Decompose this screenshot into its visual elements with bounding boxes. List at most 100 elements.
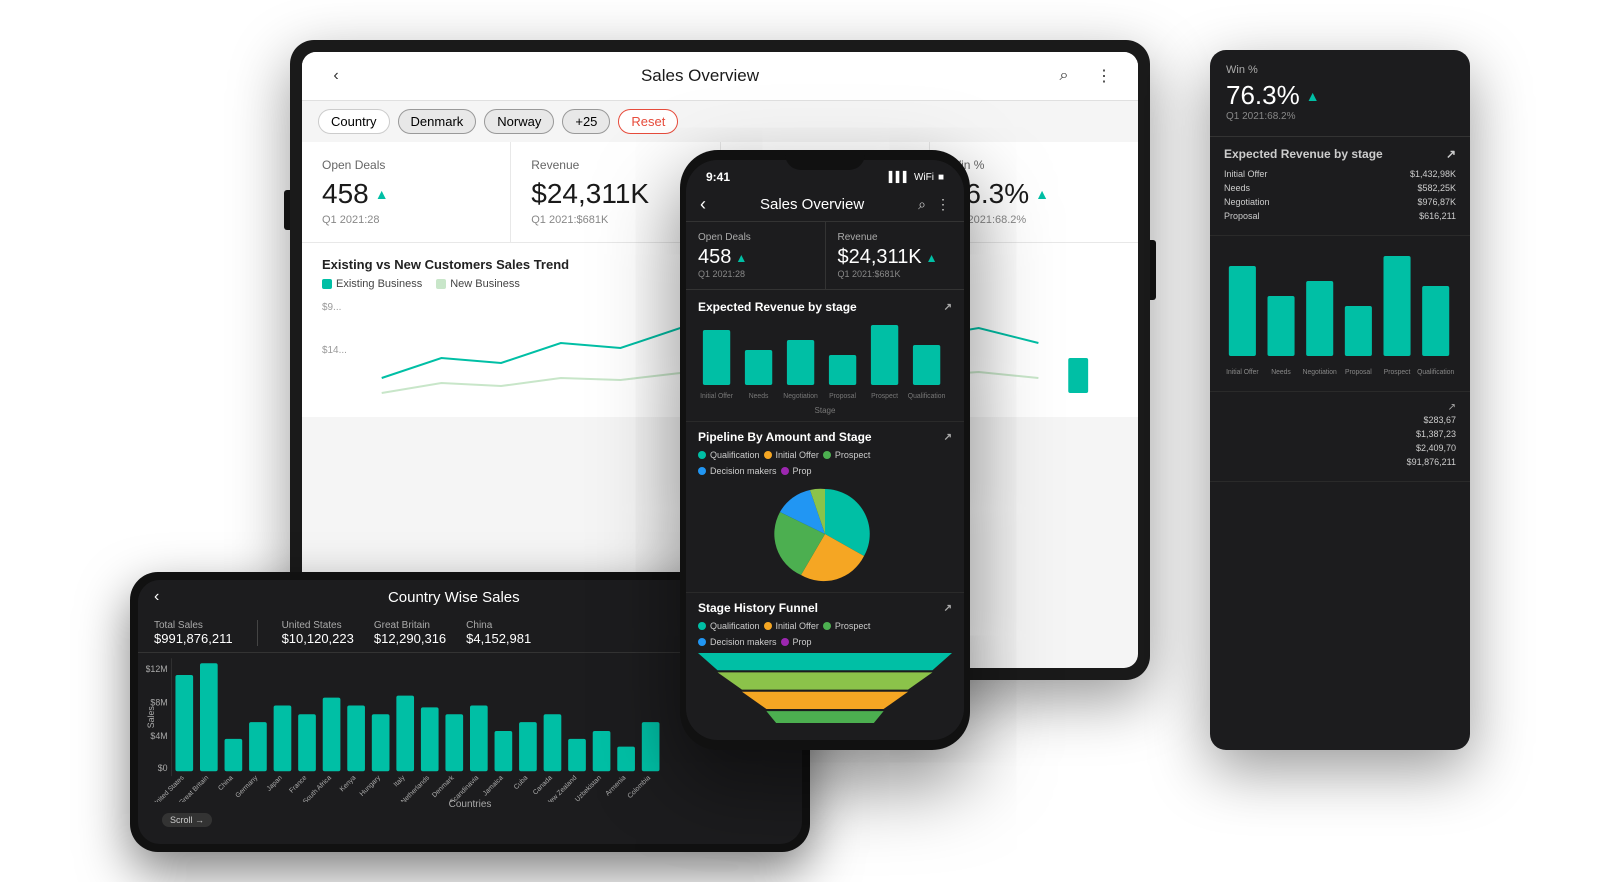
- svg-text:$8M: $8M: [150, 697, 167, 707]
- svg-text:$4M: $4M: [150, 731, 167, 741]
- svg-text:Kenya: Kenya: [339, 774, 358, 793]
- phone-funnel-section: Stage History Funnel ↗ Qualification Ini…: [686, 593, 964, 736]
- svg-text:Germany: Germany: [234, 774, 259, 799]
- pie-legend-prop: Prop: [781, 466, 812, 476]
- phone-time: 9:41: [706, 170, 730, 184]
- lp-us-sales: United States $10,120,223: [282, 620, 354, 646]
- rp-item-2: Needs $582,25K: [1224, 183, 1456, 193]
- rp-expected-revenue: Expected Revenue by stage ↗ Initial Offe…: [1210, 137, 1470, 236]
- svg-text:Italy: Italy: [393, 774, 407, 788]
- funnel-legend-initial: Initial Offer: [764, 621, 819, 631]
- svg-text:Proposal: Proposal: [829, 393, 856, 400]
- pie-qualification-dot: [698, 451, 706, 459]
- phone-revenue-value: $24,311K ▲: [838, 246, 953, 269]
- rp-win-sub: Q1 2021:68.2%: [1226, 111, 1454, 122]
- svg-text:Sales: Sales: [146, 706, 156, 729]
- svg-text:Prospect: Prospect: [871, 393, 898, 400]
- phone-pipeline-title: Pipeline By Amount and Stage ↗: [698, 430, 952, 444]
- phone-funnel-title: Stage History Funnel ↗: [698, 601, 952, 615]
- phone-expected-revenue-section: Expected Revenue by stage ↗ Initial Offe…: [686, 290, 964, 422]
- tablet-win-sub: Q1 2021:68.2%: [950, 214, 1118, 226]
- lp-gb-sales: Great Britain $12,290,316: [374, 620, 446, 646]
- tablet-revenue-value: $24,311K: [531, 178, 699, 210]
- rp-val-2: $1,387,23: [1224, 429, 1456, 439]
- pie-prop-dot: [781, 467, 789, 475]
- pie-decision-dot: [698, 467, 706, 475]
- tablet-open-deals-value: 458 ▲: [322, 178, 490, 210]
- funnel-legend-prospect: Prospect: [823, 621, 871, 631]
- phone-more-button[interactable]: ⋮: [936, 196, 950, 213]
- phone-revenue-kpi: Revenue $24,311K ▲ Q1 2021:$681K: [826, 222, 965, 289]
- funnel-legend-qualification: Qualification: [698, 621, 760, 631]
- phone-header: ‹ Sales Overview ⌕ ⋮: [686, 188, 964, 222]
- tablet-open-deals-label: Open Deals: [322, 158, 490, 172]
- rp-bar-section: Initial Offer Needs Negotiation Proposal…: [1210, 236, 1470, 392]
- svg-text:Armenia: Armenia: [605, 774, 628, 797]
- rp-revenue-items: Initial Offer $1,432,98K Needs $582,25K …: [1224, 169, 1456, 221]
- pie-legend-prospect: Prospect: [823, 450, 871, 460]
- svg-text:Prospect: Prospect: [1384, 369, 1411, 376]
- funnel-qualification-dot: [698, 622, 706, 630]
- right-panel: Win % 76.3% ▲ Q1 2021:68.2% Expected Rev…: [1210, 50, 1470, 750]
- tablet-win-value: 76.3% ▲: [950, 178, 1118, 210]
- phone-open-deals-sub: Q1 2021:28: [698, 269, 813, 279]
- scene: Win % 76.3% ▲ Q1 2021:68.2% Expected Rev…: [0, 0, 1600, 882]
- phone-status-icons: ▌▌▌ WiFi ■: [889, 172, 944, 183]
- tablet-more-button[interactable]: ⋮: [1090, 62, 1118, 90]
- svg-text:Denmark: Denmark: [431, 774, 456, 799]
- filter-denmark-chip[interactable]: Denmark: [398, 109, 477, 134]
- tablet-search-button[interactable]: ⌕: [1050, 62, 1078, 90]
- tablet-header: ‹ Sales Overview ⌕ ⋮: [302, 52, 1138, 101]
- funnel-legend-prop: Prop: [781, 637, 812, 647]
- svg-text:Hungary: Hungary: [359, 774, 383, 798]
- svg-text:Proposal: Proposal: [1345, 369, 1372, 376]
- phone-bar-chart-svg: Initial Offer Needs Negotiation Proposal…: [698, 320, 952, 400]
- phone-search-button[interactable]: ⌕: [918, 196, 926, 213]
- phone-notch: [785, 150, 865, 170]
- filter-norway-chip[interactable]: Norway: [484, 109, 554, 134]
- svg-text:Needs: Needs: [749, 393, 769, 400]
- legend-existing: Existing Business: [322, 278, 422, 290]
- tablet-open-deals-kpi: Open Deals 458 ▲ Q1 2021:28: [302, 142, 511, 242]
- lp-china-sales: China $4,152,981: [466, 620, 531, 646]
- svg-text:Needs: Needs: [1271, 369, 1291, 376]
- svg-text:France: France: [288, 774, 308, 794]
- phone-revenue-sub: Q1 2021:$681K: [838, 269, 953, 279]
- funnel-prop-dot: [781, 638, 789, 646]
- svg-text:Jamaica: Jamaica: [482, 774, 505, 797]
- pie-legend-initial-offer: Initial Offer: [764, 450, 819, 460]
- filter-country-chip[interactable]: Country: [318, 109, 390, 134]
- filter-reset-chip[interactable]: Reset: [618, 109, 678, 134]
- rp-val-4: $91,876,211: [1224, 457, 1456, 467]
- phone: 9:41 ▌▌▌ WiFi ■ ‹ Sales Overview ⌕ ⋮: [680, 150, 970, 750]
- rp-expected-revenue-title: Expected Revenue by stage ↗: [1224, 147, 1456, 161]
- rp-val-1: $283,67: [1224, 415, 1456, 425]
- filter-more-chip[interactable]: +25: [562, 109, 610, 134]
- legend-new: New Business: [436, 278, 520, 290]
- phone-signal-icon: ▌▌▌: [889, 172, 910, 183]
- phone-screen: 9:41 ▌▌▌ WiFi ■ ‹ Sales Overview ⌕ ⋮: [686, 160, 964, 740]
- pie-initial-dot: [764, 451, 772, 459]
- phone-open-deals-label: Open Deals: [698, 232, 813, 243]
- tablet-open-deals-sub: Q1 2021:28: [322, 214, 490, 226]
- lp-scroll-button[interactable]: Scroll →: [162, 813, 212, 827]
- phone-battery-icon: ■: [938, 172, 944, 183]
- svg-text:Qualification: Qualification: [1417, 369, 1454, 376]
- tablet-back-button[interactable]: ‹: [322, 62, 350, 90]
- rp-val-3: $2,409,70: [1224, 443, 1456, 453]
- phone-pipeline-section: Pipeline By Amount and Stage ↗ Qualifica…: [686, 422, 964, 593]
- legend-new-dot: [436, 279, 446, 289]
- pie-legend-decision: Decision makers: [698, 466, 777, 476]
- svg-text:Negotiation: Negotiation: [783, 393, 818, 400]
- filter-bar: Country Denmark Norway +25 Reset: [302, 101, 1138, 142]
- pie-prospect-dot: [823, 451, 831, 459]
- phone-revenue-label: Revenue: [838, 232, 953, 243]
- tablet-win-label: Win %: [950, 158, 1118, 172]
- svg-text:Initial Offer: Initial Offer: [1226, 369, 1259, 376]
- rp-bar-chart-svg: Initial Offer Needs Negotiation Proposal…: [1224, 246, 1456, 376]
- svg-text:Initial Offer: Initial Offer: [700, 393, 734, 400]
- lp-total-sales: Total Sales $991,876,211: [154, 620, 233, 646]
- phone-pie-chart-svg: [765, 484, 885, 584]
- tablet-power-button: [1150, 240, 1156, 300]
- tablet-revenue-label: Revenue: [531, 158, 699, 172]
